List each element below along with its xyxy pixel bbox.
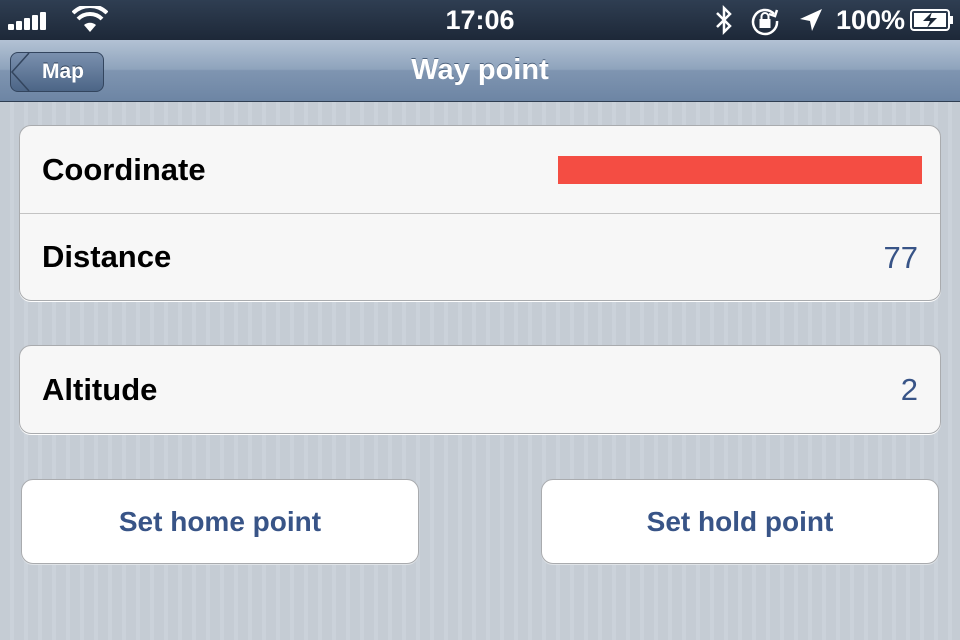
navigation-bar: Map Way point bbox=[0, 40, 960, 102]
set-home-point-button[interactable]: Set home point bbox=[21, 479, 419, 564]
set-hold-point-button[interactable]: Set hold point bbox=[541, 479, 939, 564]
altitude-value: 2 bbox=[900, 371, 918, 407]
redacted-coordinate-value bbox=[558, 156, 922, 184]
details-group: Coordinate Distance 77 bbox=[19, 125, 941, 301]
battery-percent: 100% bbox=[836, 5, 906, 35]
distance-row[interactable]: Distance 77 bbox=[20, 213, 940, 300]
distance-label: Distance bbox=[42, 239, 172, 274]
status-bar: 17:06 100% bbox=[0, 0, 960, 40]
distance-value: 77 bbox=[883, 239, 918, 275]
coordinate-row[interactable]: Coordinate bbox=[20, 126, 940, 213]
location-arrow-icon bbox=[800, 9, 822, 31]
battery-charging-icon bbox=[910, 9, 953, 31]
coordinate-label: Coordinate bbox=[42, 151, 206, 187]
bluetooth-icon bbox=[716, 4, 732, 36]
altitude-group: Altitude 2 bbox=[19, 345, 941, 434]
altitude-row[interactable]: Altitude 2 bbox=[20, 346, 940, 433]
altitude-label: Altitude bbox=[42, 371, 158, 407]
rotation-lock-icon bbox=[751, 8, 779, 36]
page-title: Way point bbox=[411, 54, 549, 86]
